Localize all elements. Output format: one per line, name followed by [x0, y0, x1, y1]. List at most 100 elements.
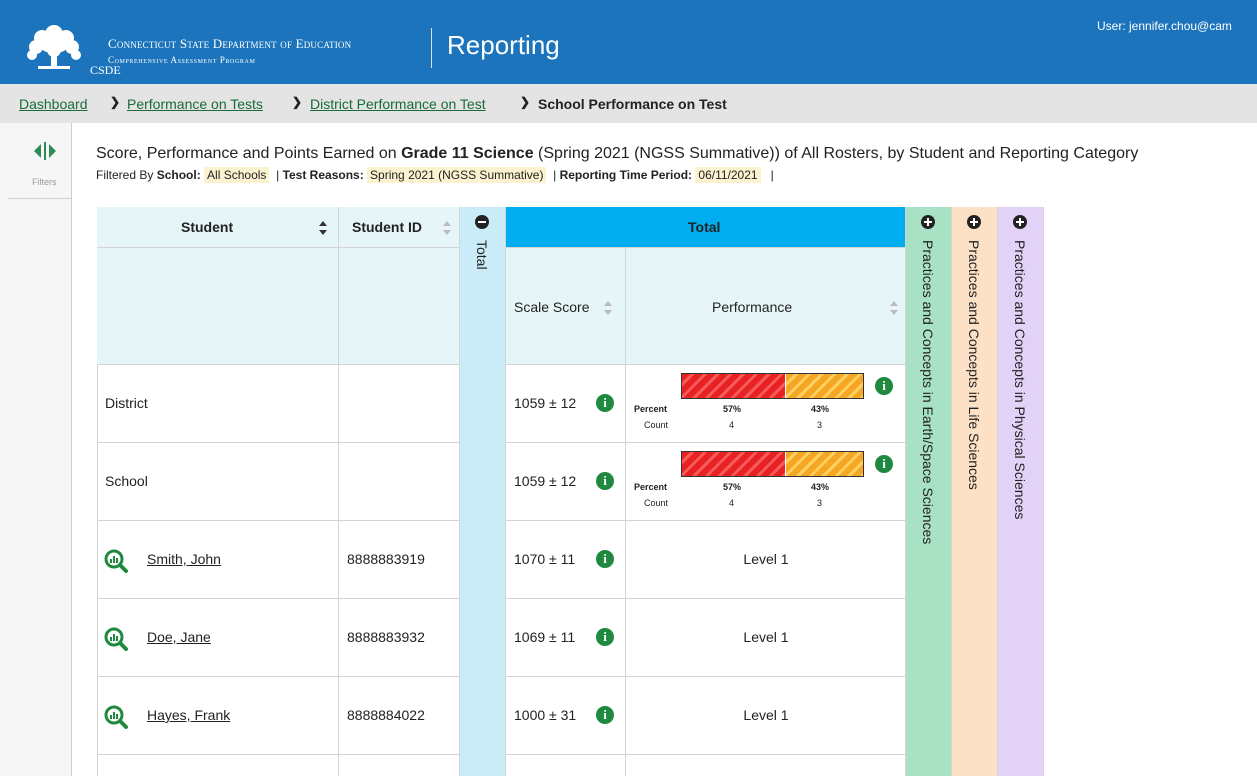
header-divider — [431, 28, 432, 68]
sort-icon[interactable] — [604, 301, 613, 315]
category-life-column: Practices and Concepts in Life Sciences — [952, 207, 998, 776]
expand-filters-icon — [34, 142, 56, 160]
percent-label: Percent — [634, 404, 668, 414]
column-header-student-id[interactable]: Student ID — [339, 207, 460, 248]
student-id-cell: 8888884022 — [339, 677, 460, 755]
column-header-label: Student — [181, 219, 234, 235]
info-icon[interactable]: i — [875, 455, 893, 473]
filters-label: Filters — [32, 177, 57, 187]
scale-score-cell: 1059 ± 12 i — [506, 365, 626, 443]
info-icon[interactable]: i — [596, 394, 614, 412]
app-header: CSDE Connecticut State Department of Edu… — [0, 0, 1257, 84]
performance-bar — [681, 451, 864, 477]
user-menu[interactable]: User: jennifer.chou@cam — [1097, 19, 1232, 33]
column-header-scale-score[interactable]: Scale Score — [506, 248, 626, 365]
title-assessment: Grade 11 Science — [401, 145, 534, 162]
category-earth-space-column: Practices and Concepts in Earth/Space Sc… — [906, 207, 952, 776]
title-prefix: Score, Performance and Points Earned on — [96, 145, 402, 162]
student-report-magnifier-icon[interactable] — [104, 549, 128, 573]
info-icon[interactable]: i — [596, 628, 614, 646]
csde-tree-logo-icon — [27, 25, 81, 69]
filters-toggle[interactable]: Filters — [8, 123, 72, 199]
table-row-student: Smith, John — [97, 521, 339, 599]
student-name-link[interactable]: Doe, Jane — [147, 629, 211, 645]
breadcrumb-dashboard[interactable]: Dashboard — [19, 96, 88, 112]
student-report-magnifier-icon[interactable] — [104, 627, 128, 651]
school-filter-label: School: — [156, 168, 201, 182]
total-collapsed-column: Total — [460, 207, 506, 776]
table-row-partial — [506, 755, 626, 776]
performance-segment-level-2 — [785, 452, 863, 476]
info-icon[interactable]: i — [596, 706, 614, 724]
info-icon[interactable]: i — [875, 377, 893, 395]
performance-cell: Level 1 — [626, 677, 906, 755]
sort-icon[interactable] — [890, 301, 899, 315]
report-title: Score, Performance and Points Earned on … — [96, 145, 1138, 163]
student-name-link[interactable]: Smith, John — [147, 551, 221, 567]
sort-icon[interactable] — [443, 221, 452, 235]
info-icon[interactable]: i — [596, 472, 614, 490]
total-group-header: Total — [506, 207, 906, 248]
table-row-partial — [339, 755, 460, 776]
org-line-2: Comprehensive Assessment Program — [108, 55, 256, 65]
expand-category-icon[interactable] — [921, 215, 935, 229]
performance-cell: Level 1 — [626, 599, 906, 677]
breadcrumb-district-performance[interactable]: District Performance on Test — [310, 96, 486, 112]
chevron-right-icon: ❯ — [520, 95, 531, 109]
column-header-label: Scale Score — [514, 299, 590, 315]
app-title: Reporting — [447, 30, 560, 60]
info-icon[interactable]: i — [596, 550, 614, 568]
table-row-partial — [97, 755, 339, 776]
org-line-1: Connecticut State Department of Educatio… — [108, 36, 352, 51]
count-label: Count — [644, 420, 669, 430]
test-reasons-value: Spring 2021 (NGSS Summative) — [367, 167, 547, 183]
scale-score-value: 1000 ± 31 — [514, 707, 577, 723]
column-header-student[interactable]: Student — [97, 207, 339, 248]
performance-level: Level 1 — [743, 707, 789, 723]
chevron-right-icon: ❯ — [110, 95, 121, 109]
breadcrumb-current: School Performance on Test — [538, 96, 727, 112]
empty-cell — [339, 443, 460, 521]
percent-label: Percent — [634, 482, 668, 492]
category-earth-space-label: Practices and Concepts in Earth/Space Sc… — [920, 240, 936, 545]
count-value: 4 — [729, 420, 735, 430]
student-id-value: 8888883932 — [347, 629, 425, 645]
percent-value: 43% — [811, 482, 830, 492]
breadcrumb-performance-on-tests[interactable]: Performance on Tests — [127, 96, 263, 112]
performance-segment-level-2 — [785, 374, 863, 398]
performance-level: Level 1 — [743, 551, 789, 567]
collapse-total-icon[interactable] — [475, 215, 489, 229]
column-header-performance[interactable]: Performance — [626, 248, 906, 365]
percent-value: 43% — [811, 404, 830, 414]
scale-score-value: 1059 ± 12 — [514, 473, 577, 489]
scale-score-cell: 1059 ± 12 i — [506, 443, 626, 521]
expand-category-icon[interactable] — [967, 215, 981, 229]
student-header-filler — [97, 248, 339, 365]
expand-category-icon[interactable] — [1013, 215, 1027, 229]
count-value: 4 — [729, 498, 735, 508]
performance-level: Level 1 — [743, 629, 789, 645]
category-physical-column: Practices and Concepts in Physical Scien… — [998, 207, 1044, 776]
chevron-right-icon: ❯ — [292, 95, 303, 109]
separator: | — [553, 168, 557, 182]
column-header-label: Performance — [712, 299, 793, 315]
category-life-label: Practices and Concepts in Life Sciences — [966, 240, 982, 490]
count-value: 3 — [817, 498, 823, 508]
scale-score-value: 1069 ± 11 — [514, 629, 576, 645]
table-row-student: Doe, Jane — [97, 599, 339, 677]
filter-sidebar: Filters — [0, 123, 72, 776]
breadcrumb: Dashboard ❯ Performance on Tests ❯ Distr… — [0, 84, 1257, 123]
scale-score-value: 1059 ± 12 — [514, 395, 577, 411]
performance-cell: i Percent 57% 43% Count 4 3 — [626, 365, 906, 443]
table-row-school: School — [97, 443, 339, 521]
sort-icon[interactable] — [319, 221, 328, 235]
total-collapsed-label: Total — [474, 240, 490, 270]
performance-cell: i Percent 57% 43% Count 4 3 — [626, 443, 906, 521]
student-id-cell: 8888883932 — [339, 599, 460, 677]
student-report-magnifier-icon[interactable] — [104, 705, 128, 729]
separator: | — [770, 168, 774, 182]
student-name-link[interactable]: Hayes, Frank — [147, 707, 230, 723]
percent-value: 57% — [723, 482, 742, 492]
org-name: Connecticut State Department of Educatio… — [108, 36, 351, 68]
empty-cell — [339, 365, 460, 443]
